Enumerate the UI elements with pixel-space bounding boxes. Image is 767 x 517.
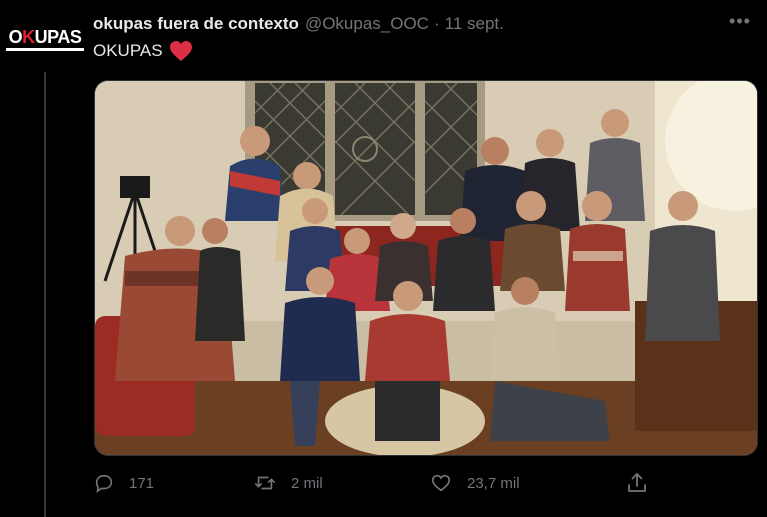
account-name[interactable]: okupas fuera de contexto — [93, 14, 299, 34]
logo-letter-k: K — [22, 26, 35, 47]
share-button[interactable] — [625, 468, 649, 498]
tweet-date[interactable]: 11 sept. — [445, 14, 504, 34]
red-heart-icon — [169, 40, 193, 62]
thread-line — [44, 72, 46, 517]
retweet-button[interactable]: 2 mil — [253, 468, 323, 498]
logo-letter-o: O — [8, 26, 23, 47]
like-icon — [429, 472, 453, 494]
avatar[interactable]: OKUPAS — [5, 22, 85, 54]
retweet-count: 2 mil — [291, 474, 323, 492]
reply-icon — [93, 472, 115, 494]
tweet-text: OKUPAS — [93, 38, 193, 64]
okupas-logo: OKUPAS — [5, 26, 85, 51]
like-count: 23,7 mil — [467, 474, 520, 492]
more-options-icon[interactable]: ••• — [727, 8, 753, 34]
more-options-label: ••• — [729, 10, 751, 31]
tweet-actions: 171 2 mil 23,7 mil — [93, 468, 663, 498]
separator-dot: · — [433, 14, 440, 33]
tweet-photo[interactable] — [94, 80, 758, 456]
like-button[interactable]: 23,7 mil — [429, 468, 520, 498]
account-handle[interactable]: @Okupas_OOC — [305, 14, 429, 34]
reply-button[interactable]: 171 — [93, 468, 154, 498]
share-icon — [625, 471, 649, 495]
tweet-header: okupas fuera de contexto @Okupas_OOC · 1… — [93, 12, 747, 36]
retweet-icon — [253, 472, 277, 494]
logo-letters-upas: UPAS — [34, 26, 82, 47]
reply-count: 171 — [129, 474, 155, 492]
tweet-text-content: OKUPAS — [93, 41, 163, 60]
